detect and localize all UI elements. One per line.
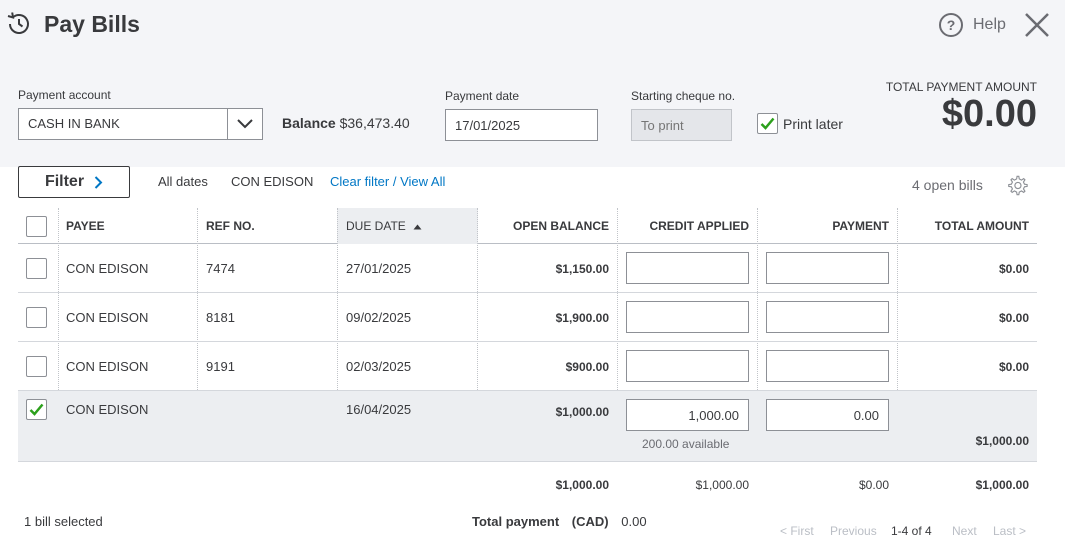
table-row[interactable]: CON EDISON 9191 02/03/2025 $900.00 $0.00 bbox=[18, 342, 1037, 391]
chevron-down-icon bbox=[237, 119, 253, 129]
row-checkbox[interactable] bbox=[26, 307, 47, 328]
row-checkbox[interactable] bbox=[26, 258, 47, 279]
row-checkbox-checked[interactable] bbox=[26, 399, 47, 420]
cheque-number-input bbox=[631, 109, 732, 141]
due-date-cell: 16/04/2025 bbox=[346, 402, 412, 417]
column-header-total-amount[interactable]: TOTAL AMOUNT bbox=[898, 208, 1029, 244]
filter-button[interactable]: Filter bbox=[18, 166, 130, 198]
payment-input[interactable] bbox=[766, 252, 889, 284]
open-balance-cell: $1,000.00 bbox=[555, 405, 609, 419]
cheque-number-label: Starting cheque no. bbox=[631, 89, 736, 103]
payee-cell: CON EDISON bbox=[66, 261, 149, 276]
balance-value: $36,473.40 bbox=[339, 115, 410, 131]
row-checkbox[interactable] bbox=[26, 356, 47, 377]
currency-label: (CAD) bbox=[571, 514, 609, 529]
table-header: PAYEE REF NO. DUE DATE OPEN BALANCE CRED… bbox=[18, 208, 1037, 244]
pager-previous[interactable]: Previous bbox=[830, 524, 877, 538]
account-balance: Balance $36,473.40 bbox=[282, 115, 410, 131]
total-payment-amount: $0.00 bbox=[941, 93, 1037, 135]
checkmark-icon bbox=[29, 403, 44, 416]
header-panel: Pay Bills ? Help Payment account CASH IN… bbox=[0, 0, 1065, 167]
totals-row: $1,000.00 $1,000.00 $0.00 $1,000.00 bbox=[18, 462, 1037, 507]
select-all-checkbox[interactable] bbox=[26, 216, 47, 237]
sort-ascending-icon bbox=[413, 224, 422, 230]
due-date-cell: 02/03/2025 bbox=[346, 359, 412, 374]
total-amount-cell: $0.00 bbox=[998, 360, 1029, 374]
total-amount-cell: $1,000.00 bbox=[975, 434, 1029, 448]
svg-text:?: ? bbox=[947, 17, 956, 33]
payment-input[interactable] bbox=[766, 399, 889, 431]
balance-label: Balance bbox=[282, 115, 336, 131]
payment-account-select[interactable]: CASH IN BANK bbox=[18, 108, 263, 140]
open-balance-total: $1,000.00 bbox=[555, 478, 609, 492]
due-date-header-label: DUE DATE bbox=[346, 219, 406, 233]
account-dropdown-toggle[interactable] bbox=[227, 109, 262, 139]
table-row[interactable]: CON EDISON 8181 09/02/2025 $1,900.00 $0.… bbox=[18, 293, 1037, 342]
pager-next[interactable]: Next bbox=[952, 524, 977, 538]
table-row-selected[interactable]: CON EDISON 16/04/2025 $1,000.00 200.00 a… bbox=[18, 391, 1037, 462]
credit-applied-total: $1,000.00 bbox=[695, 478, 749, 492]
total-amount-cell: $0.00 bbox=[998, 311, 1029, 325]
print-later-toggle[interactable]: Print later bbox=[757, 113, 843, 134]
open-balance-cell: $1,900.00 bbox=[555, 311, 609, 325]
credit-applied-input[interactable] bbox=[626, 301, 749, 333]
print-later-checkbox[interactable] bbox=[757, 113, 778, 134]
filter-payee: CON EDISON bbox=[231, 174, 314, 189]
open-bills-count: 4 open bills bbox=[912, 177, 983, 193]
column-header-ref-no[interactable]: REF NO. bbox=[206, 208, 255, 244]
table-row[interactable]: CON EDISON 7474 27/01/2025 $1,150.00 $0.… bbox=[18, 244, 1037, 293]
pager-first[interactable]: < First bbox=[780, 524, 814, 538]
credit-applied-input[interactable] bbox=[626, 399, 749, 431]
total-amount-total: $1,000.00 bbox=[975, 478, 1029, 492]
payee-cell: CON EDISON bbox=[66, 402, 149, 417]
column-header-payment[interactable]: PAYMENT bbox=[758, 208, 889, 244]
help-icon[interactable]: ? bbox=[938, 12, 964, 38]
checkmark-icon bbox=[760, 117, 775, 130]
payment-total: $0.00 bbox=[858, 478, 889, 492]
column-header-credit-applied[interactable]: CREDIT APPLIED bbox=[618, 208, 749, 244]
column-header-open-balance[interactable]: OPEN BALANCE bbox=[478, 208, 609, 244]
payee-cell: CON EDISON bbox=[66, 310, 149, 325]
gear-icon[interactable] bbox=[1007, 175, 1028, 196]
clear-filter-link[interactable]: Clear filter / View All bbox=[330, 174, 445, 189]
filter-dates: All dates bbox=[158, 174, 208, 189]
close-icon[interactable] bbox=[1022, 10, 1052, 40]
print-later-label: Print later bbox=[783, 115, 843, 132]
payment-input[interactable] bbox=[766, 301, 889, 333]
column-header-due-date[interactable]: DUE DATE bbox=[337, 208, 478, 244]
payment-input[interactable] bbox=[766, 350, 889, 382]
filter-button-label: Filter bbox=[44, 173, 85, 190]
due-date-cell: 09/02/2025 bbox=[346, 310, 412, 325]
payment-date-input[interactable] bbox=[445, 109, 598, 141]
total-payment-amount-label: TOTAL PAYMENT AMOUNT bbox=[885, 80, 1037, 94]
pager-last[interactable]: Last > bbox=[993, 524, 1026, 538]
payment-date-label: Payment date bbox=[445, 89, 520, 103]
payee-cell: CON EDISON bbox=[66, 359, 149, 374]
payment-account-label: Payment account bbox=[18, 88, 111, 102]
chevron-right-icon bbox=[94, 175, 103, 189]
ref-no-cell: 7474 bbox=[206, 261, 235, 276]
bills-selected-count: 1 bill selected bbox=[24, 514, 103, 529]
payment-account-value: CASH IN BANK bbox=[28, 116, 120, 131]
ref-no-cell: 8181 bbox=[206, 310, 235, 325]
credit-applied-input[interactable] bbox=[626, 350, 749, 382]
pager-range: 1-4 of 4 bbox=[891, 524, 932, 538]
recent-transactions-icon[interactable] bbox=[5, 10, 33, 38]
page-title: Pay Bills bbox=[44, 11, 140, 37]
ref-no-cell: 9191 bbox=[206, 359, 235, 374]
credit-applied-input[interactable] bbox=[626, 252, 749, 284]
credit-available-note: 200.00 available bbox=[642, 437, 730, 451]
help-label[interactable]: Help bbox=[973, 16, 1006, 34]
total-amount-cell: $0.00 bbox=[998, 262, 1029, 276]
total-payment-label: Total payment bbox=[472, 514, 560, 529]
due-date-cell: 27/01/2025 bbox=[346, 261, 412, 276]
footer-total-payment: Total payment (CAD) 0.00 bbox=[472, 514, 647, 529]
column-header-payee[interactable]: PAYEE bbox=[66, 208, 105, 244]
open-balance-cell: $900.00 bbox=[565, 360, 609, 374]
total-payment-value: 0.00 bbox=[621, 514, 647, 529]
open-balance-cell: $1,150.00 bbox=[555, 262, 609, 276]
